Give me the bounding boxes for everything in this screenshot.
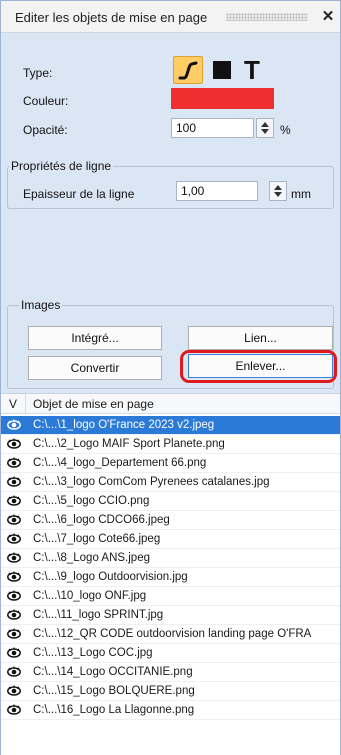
title-bar[interactable]: Editer les objets de mise en page ✕	[1, 1, 340, 33]
color-swatch[interactable]	[171, 88, 274, 109]
list-item-label: C:\...\3_logo ComCom Pyrenees catalanes.…	[33, 476, 270, 488]
line-properties-title: Propriétés de ligne	[9, 159, 114, 173]
opacity-input[interactable]: 100	[171, 118, 254, 138]
list-item[interactable]: C:\...\13_Logo COC.jpg	[1, 644, 340, 663]
list-item-label: C:\...\9_logo Outdoorvision.jpg	[33, 571, 188, 583]
eye-icon[interactable]	[7, 571, 21, 583]
eye-icon[interactable]	[7, 685, 21, 697]
opacity-spinner[interactable]	[256, 118, 274, 138]
eye-icon[interactable]	[7, 609, 21, 621]
list-item[interactable]: C:\...\14_Logo OCCITANIE.png	[1, 663, 340, 682]
list-item[interactable]: C:\...\9_logo Outdoorvision.jpg	[1, 568, 340, 587]
list-item[interactable]: C:\...\5_logo CCIO.png	[1, 492, 340, 511]
eye-icon[interactable]	[7, 457, 21, 469]
column-header-name[interactable]: Objet de mise en page	[33, 397, 154, 411]
integrated-button[interactable]: Intégré...	[28, 326, 162, 350]
eye-icon[interactable]	[7, 419, 21, 431]
rectangle-tool-button[interactable]	[207, 56, 237, 84]
eye-icon[interactable]	[7, 552, 21, 564]
eye-icon[interactable]	[7, 647, 21, 659]
eye-icon[interactable]	[7, 495, 21, 507]
list-item-label: C:\...\11_logo SPRINT.jpg	[33, 609, 164, 621]
remove-button-highlight	[180, 350, 337, 383]
list-item[interactable]: C:\...\6_logo CDCO66.jpeg	[1, 511, 340, 530]
list-item-label: C:\...\4_logo_Departement 66.png	[33, 457, 207, 469]
eye-icon[interactable]	[7, 704, 21, 716]
convert-button[interactable]: Convertir	[28, 356, 162, 380]
opacity-unit: %	[280, 123, 291, 137]
list-item-label: C:\...\2_Logo MAIF Sport Planete.png	[33, 438, 225, 450]
list-item[interactable]: C:\...\11_logo SPRINT.jpg	[1, 606, 340, 625]
list-item-label: C:\...\10_logo ONF.jpg	[33, 590, 147, 602]
layout-objects-list[interactable]: V Objet de mise en page C:\...\1_logo O'…	[1, 393, 340, 755]
list-item-label: C:\...\15_Logo BOLQUERE.png	[33, 685, 195, 697]
drag-grip[interactable]	[226, 13, 308, 21]
eye-icon[interactable]	[7, 533, 21, 545]
text-tool-button[interactable]: T	[237, 56, 267, 84]
column-divider[interactable]	[25, 394, 26, 414]
images-title: Images	[19, 298, 63, 312]
rectangle-tool-icon	[213, 61, 231, 79]
list-item[interactable]: C:\...\12_QR CODE outdoorvision landing …	[1, 625, 340, 644]
list-item-label: C:\...\14_Logo OCCITANIE.png	[33, 666, 193, 678]
list-item[interactable]: C:\...\16_Logo La Llagonne.png	[1, 701, 340, 720]
eye-icon[interactable]	[7, 628, 21, 640]
line-tool-icon	[178, 61, 198, 80]
list-item[interactable]: C:\...\10_logo ONF.jpg	[1, 587, 340, 606]
layout-objects-panel: Editer les objets de mise en page ✕ Type…	[0, 0, 341, 755]
list-item[interactable]: C:\...\15_Logo BOLQUERE.png	[1, 682, 340, 701]
list-item-label: C:\...\13_Logo COC.jpg	[33, 647, 153, 659]
opacity-label: Opacité:	[23, 123, 68, 137]
thickness-label: Epaisseur de la ligne	[23, 187, 135, 201]
thickness-input[interactable]: 1,00	[176, 181, 258, 201]
type-label: Type:	[23, 66, 53, 80]
list-item-label: C:\...\7_logo Cote66.jpeg	[33, 533, 161, 545]
list-item-label: C:\...\16_Logo La Llagonne.png	[33, 704, 195, 716]
list-item[interactable]: C:\...\4_logo_Departement 66.png	[1, 454, 340, 473]
list-item[interactable]: C:\...\8_Logo ANS.jpeg	[1, 549, 340, 568]
eye-icon[interactable]	[7, 590, 21, 602]
eye-icon[interactable]	[7, 476, 21, 488]
list-item-label: C:\...\8_Logo ANS.jpeg	[33, 552, 150, 564]
close-icon[interactable]: ✕	[319, 7, 337, 27]
list-item[interactable]: C:\...\7_logo Cote66.jpeg	[1, 530, 340, 549]
list-item-label: C:\...\6_logo CDCO66.jpeg	[33, 514, 170, 526]
eye-icon[interactable]	[7, 514, 21, 526]
thickness-unit: mm	[291, 187, 311, 201]
link-button[interactable]: Lien...	[188, 326, 333, 350]
list-header: V Objet de mise en page	[1, 394, 340, 414]
list-item-label: C:\...\12_QR CODE outdoorvision landing …	[33, 628, 312, 640]
panel-title: Editer les objets de mise en page	[15, 10, 208, 25]
list-item[interactable]: C:\...\3_logo ComCom Pyrenees catalanes.…	[1, 473, 340, 492]
text-tool-icon: T	[244, 55, 260, 85]
color-label: Couleur:	[23, 94, 69, 108]
column-header-v[interactable]: V	[9, 397, 17, 411]
thickness-spinner[interactable]	[269, 181, 287, 201]
list-item[interactable]: C:\...\1_logo O'France 2023 v2.jpeg	[1, 416, 340, 435]
eye-icon[interactable]	[7, 666, 21, 678]
line-tool-button[interactable]	[173, 56, 203, 84]
list-item[interactable]: C:\...\2_Logo MAIF Sport Planete.png	[1, 435, 340, 454]
list-item-label: C:\...\1_logo O'France 2023 v2.jpeg	[33, 419, 215, 431]
list-item-label: C:\...\5_logo CCIO.png	[33, 495, 150, 507]
eye-icon[interactable]	[7, 438, 21, 450]
